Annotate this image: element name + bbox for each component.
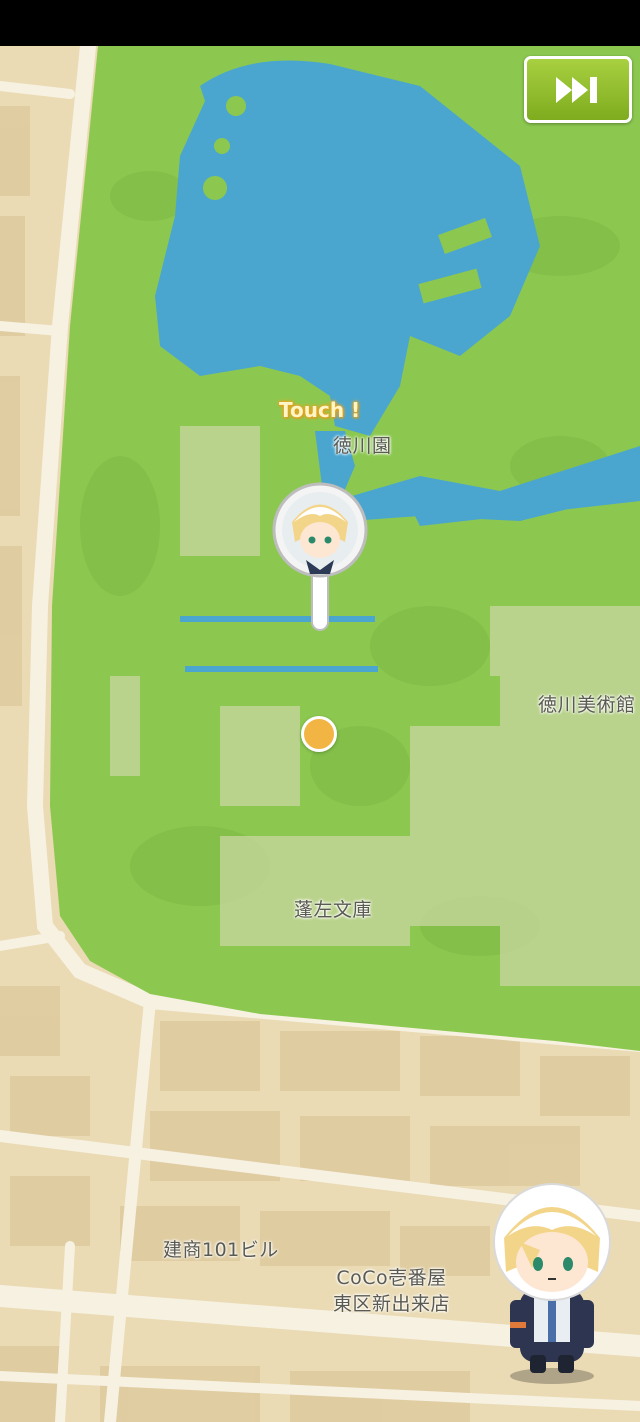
store-name-line2: 東区新出来店 bbox=[333, 1293, 451, 1315]
fast-forward-icon bbox=[556, 76, 597, 103]
character-location-pin[interactable] bbox=[270, 482, 370, 632]
skip-button[interactable] bbox=[524, 56, 632, 123]
map-label-park: 徳川園 bbox=[333, 435, 392, 457]
status-bar bbox=[0, 0, 640, 46]
current-location-marker[interactable] bbox=[301, 716, 337, 752]
map-label-store: CoCo壱番屋 東区新出来店 bbox=[333, 1265, 450, 1317]
map-label-museum: 徳川美術館 bbox=[538, 694, 636, 716]
magnifier-pin-icon bbox=[272, 482, 368, 631]
map-label-library: 蓬左文庫 bbox=[294, 899, 373, 921]
store-name-line1: CoCo壱番屋 bbox=[336, 1267, 447, 1289]
map-label-building: 建商101ビル bbox=[163, 1239, 279, 1261]
guide-character[interactable] bbox=[480, 1180, 620, 1385]
chibi-character-avatar bbox=[493, 1183, 611, 1384]
touch-prompt: Touch ! bbox=[279, 398, 361, 422]
